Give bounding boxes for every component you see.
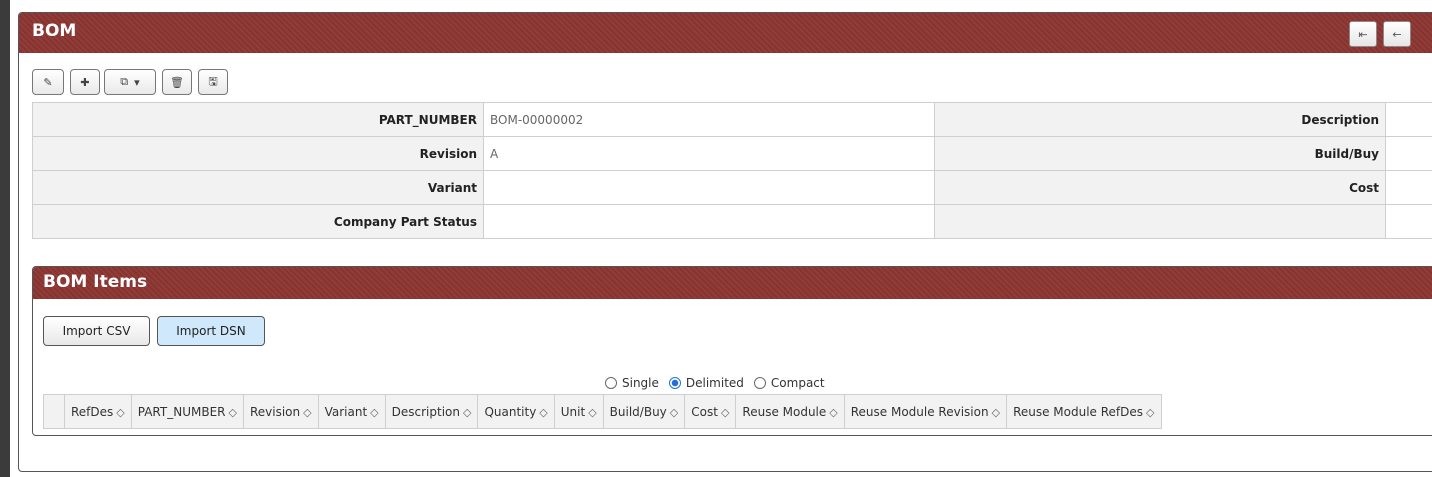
property-value: BOM-00000002 [483,102,935,137]
property-label [934,204,1386,239]
sort-icon: ◇ [116,405,125,419]
save-icon: 🖫 [208,74,218,88]
column-label: PART_NUMBER [137,404,226,419]
edit-button[interactable]: ✎ [32,69,64,95]
sort-icon: ◇ [303,405,312,419]
column-label: Description [391,404,460,419]
properties-table: PART_NUMBER BOM-00000002 Description Rev… [32,102,1432,239]
property-label: PART_NUMBER [32,102,484,137]
mode-radio-group: Single Delimited Compact [595,376,825,390]
trash-icon: 🗑 [170,75,184,89]
property-value [1385,102,1432,137]
radio-single[interactable] [605,377,617,389]
caret-down-icon: ▾ [134,75,140,89]
import-dsn-button[interactable]: Import DSN [157,316,265,346]
column-header-reuse-module-refdes[interactable]: Reuse Module RefDes ◇ [1006,394,1162,429]
copy-icon: ⧉ [120,75,129,88]
bom-items-panel: BOM Items Import CSV Import DSN Single D… [32,266,1432,436]
property-row: Revision A Build/Buy [32,136,1432,171]
column-header-quantity[interactable]: Quantity ◇ [477,394,555,429]
first-page-button[interactable]: ⇤ [1349,21,1377,47]
sort-icon: ◇ [462,405,472,419]
import-csv-label: Import CSV [62,324,131,338]
property-row: Variant Cost [32,170,1432,205]
column-header-revision[interactable]: Revision ◇ [242,394,319,429]
bom-items-title: BOM Items [43,272,148,292]
column-header-unit[interactable]: Unit ◇ [553,394,604,429]
column-label: Quantity [484,404,537,419]
property-label: Build/Buy [934,136,1386,171]
column-label: RefDes [71,404,114,419]
column-label: Unit [560,404,586,419]
sort-icon: ◇ [539,405,548,419]
copy-dropdown-button[interactable]: ⧉ ▾ [104,69,156,95]
page-title: BOM [32,21,77,41]
column-label: Build/Buy [609,404,667,419]
bom-panel: BOM ⇤ ← ✎ ✚ ⧉ ▾ 🗑 🖫 PART_NUMBER BOM-0000… [18,12,1432,472]
bom-items-header-row: RefDes ◇ PART_NUMBER ◇ Revision ◇ Variant ◇ … [43,394,1162,429]
column-header-variant[interactable]: Variant ◇ [317,394,386,429]
column-header-refdes[interactable]: RefDes ◇ [64,394,132,429]
save-button[interactable]: 🖫 [198,69,228,95]
property-label: Variant [32,170,484,205]
column-label: Cost [691,404,718,419]
column-label: Reuse Module RefDes [1013,404,1144,419]
window-left-edge [0,0,10,477]
column-header-reuse-module[interactable]: Reuse Module ◇ [735,394,845,429]
plus-icon: ✚ [80,75,90,89]
column-label: Reuse Module [742,404,827,419]
sort-icon: ◇ [669,405,679,419]
import-csv-button[interactable]: Import CSV [43,316,150,346]
property-value: A [483,136,935,171]
radio-compact[interactable] [753,377,766,389]
property-value [483,204,935,239]
column-label: Reuse Module Revision [850,404,989,419]
column-header-part-number[interactable]: PART_NUMBER ◇ [130,394,244,429]
bom-panel-header: BOM ⇤ ← [19,13,1432,53]
radio-compact-label: Compact [770,376,825,390]
import-dsn-label: Import DSN [176,324,246,338]
property-row: Company Part Status [32,204,1432,239]
property-value [1385,170,1432,205]
property-label: Company Part Status [32,204,484,239]
bom-items-header: BOM Items [33,267,1432,299]
pencil-icon: ✎ [43,75,53,89]
column-header-reuse-module-revision[interactable]: Reuse Module Revision ◇ [843,394,1008,429]
delete-button[interactable]: 🗑 [162,69,192,95]
add-button[interactable]: ✚ [70,69,100,95]
column-label: Revision [249,404,301,419]
column-header-description[interactable]: Description ◇ [384,394,479,429]
sort-icon: ◇ [588,405,597,419]
property-label: Description [934,102,1386,137]
arrow-left-icon: ← [1392,27,1402,41]
sort-icon: ◇ [829,405,838,419]
sort-icon: ◇ [370,405,379,419]
bom-items-table: RefDes ◇ PART_NUMBER ◇ Revision ◇ Variant ◇ … [43,394,1162,429]
column-label: Variant [324,404,368,419]
skip-first-icon: ⇤ [1358,27,1368,41]
property-value [1385,136,1432,171]
property-label: Cost [934,170,1386,205]
property-value [1385,204,1432,239]
radio-single-label: Single [622,376,659,390]
column-header-cost[interactable]: Cost ◇ [684,394,737,429]
select-column-header [43,394,65,429]
column-header-build-buy[interactable]: Build/Buy ◇ [602,394,686,429]
sort-icon: ◇ [228,405,237,419]
sort-icon: ◇ [991,405,1001,419]
back-button[interactable]: ← [1383,21,1411,47]
radio-delimited-label: Delimited [685,376,744,390]
sort-icon: ◇ [1146,405,1155,419]
radio-delimited[interactable] [668,377,681,389]
property-label: Revision [32,136,484,171]
sort-icon: ◇ [720,405,730,419]
property-value [483,170,935,205]
property-row: PART_NUMBER BOM-00000002 Description [32,102,1432,137]
